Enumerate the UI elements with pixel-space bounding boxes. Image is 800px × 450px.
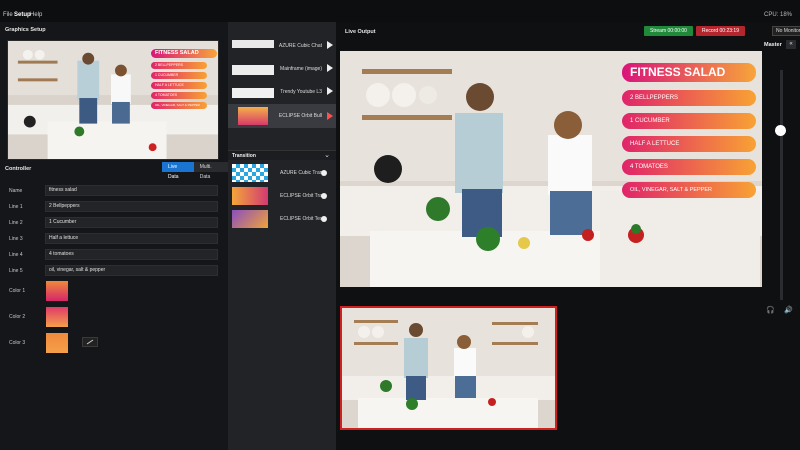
kitchen-scene-image — [8, 41, 218, 159]
transition-header[interactable]: Transition ⌄ — [228, 150, 336, 160]
color3-label: Color 3 — [9, 340, 26, 346]
controller-title: Controller — [5, 166, 32, 172]
field-label: Line 2 — [9, 220, 23, 226]
field-label: Line 1 — [9, 204, 23, 210]
preview-overlay-line: 2 BELLPEPPERS — [151, 62, 207, 69]
transition-item[interactable]: AZURE Cubic Trans — [228, 162, 336, 184]
radio-button[interactable] — [321, 193, 327, 199]
line3-field[interactable]: Half a lettuce — [45, 233, 218, 244]
line2-field[interactable]: 1 Cucumber — [45, 217, 218, 228]
line5-field[interactable]: oil, vinegar, salt & pepper — [45, 265, 218, 276]
preview-overlay-line: 1 CUCUMBER — [151, 72, 207, 79]
transition-label: AZURE Cubic Trans — [280, 170, 326, 176]
menu-setup[interactable]: Setup — [14, 12, 31, 18]
line1-field[interactable]: 2 Bellpeppers — [45, 201, 218, 212]
field-row-line2: Line 2 1 Cucumber — [0, 217, 228, 229]
master-volume-slider[interactable] — [770, 70, 792, 302]
live-output-title: Live Output — [345, 29, 376, 35]
kitchen-scene-image — [342, 308, 555, 428]
graphics-setup-title: Graphics Setup — [5, 27, 46, 33]
live-data-tab[interactable]: Live Data — [162, 162, 194, 180]
template-label: AZURE Cubic Chat — [278, 43, 322, 49]
template-item[interactable]: Mainframe (image) — [228, 59, 336, 80]
preview-overlay-line: OIL, VINEGAR, SALT & PEPPER — [151, 102, 207, 109]
transition-item[interactable]: ECLIPSE Orbit Text — [228, 208, 336, 230]
stream-button[interactable]: Stream 00:00:00 — [644, 26, 693, 36]
graphics-preview: FITNESS SALAD 2 BELLPEPPERS 1 CUCUMBER H… — [7, 40, 219, 160]
multi-data-tab[interactable]: Multi. Data — [193, 162, 228, 180]
play-icon[interactable] — [327, 64, 333, 72]
field-row-line5: Line 5 oil, vinegar, salt & pepper — [0, 265, 228, 277]
template-thumbnail — [232, 40, 274, 48]
eyedropper-icon — [86, 339, 94, 345]
color2-swatch[interactable] — [46, 307, 68, 327]
overlay-line: 1 CUCUMBER — [622, 113, 756, 129]
field-row-line4: Line 4 4 tomatoes — [0, 249, 228, 261]
template-thumbnail — [232, 65, 274, 75]
menu-bar: File Setup Help CPU: 18% — [0, 0, 800, 22]
preview-overlay-line: HALF A LETTUCE — [151, 82, 207, 89]
menu-file[interactable]: File — [3, 12, 13, 18]
line4-field[interactable]: 4 tomatoes — [45, 249, 218, 260]
transition-label: ECLIPSE Orbit Text — [280, 216, 324, 222]
play-icon[interactable] — [327, 41, 333, 49]
transition-thumbnail — [232, 187, 268, 205]
preview-overlay-title: FITNESS SALAD — [151, 49, 217, 58]
transition-item[interactable]: ECLIPSE Orbit Trar — [228, 185, 336, 207]
data-mode-toggle: Live Data Multi. Data — [162, 162, 228, 180]
play-icon[interactable] — [327, 87, 333, 95]
overlay-line: HALF A LETTUCE — [622, 136, 756, 152]
output-panel: Live Output Stream 00:00:00 Record 00:23… — [336, 22, 800, 450]
template-label: ECLIPSE Orbit Bull — [278, 113, 322, 119]
headphones-icon[interactable]: 🎧 — [766, 306, 775, 314]
template-item-selected[interactable]: ECLIPSE Orbit Bull — [228, 104, 336, 128]
template-label: Trendy Youtube L3 — [280, 89, 322, 95]
speaker-icon[interactable]: 🔊 — [784, 306, 793, 314]
template-item[interactable]: AZURE Cubic Chat — [228, 36, 336, 57]
play-icon[interactable] — [327, 112, 333, 120]
record-button[interactable]: Record 00:23:19 — [696, 26, 745, 36]
collapse-button[interactable]: « — [786, 40, 796, 49]
radio-button[interactable] — [321, 216, 327, 222]
radio-button[interactable] — [321, 170, 327, 176]
monitor-select[interactable]: No Monitor — [772, 26, 800, 36]
overlay-title: FITNESS SALAD — [622, 63, 756, 82]
master-label: Master — [764, 42, 782, 48]
chevron-down-icon: ⌄ — [324, 152, 330, 159]
preview-overlay-line: 4 TOMATOES — [151, 92, 207, 99]
template-label: Mainframe (image) — [280, 66, 322, 72]
eyedropper-button[interactable] — [82, 337, 98, 347]
transition-thumbnail — [232, 210, 268, 228]
field-label: Name — [9, 188, 23, 194]
transition-label: ECLIPSE Orbit Trar — [280, 193, 324, 199]
template-item[interactable]: Trendy Youtube L3 — [228, 82, 336, 103]
color1-swatch[interactable] — [46, 281, 68, 301]
name-field[interactable]: fitness salad — [45, 185, 218, 196]
color3-swatch[interactable] — [46, 333, 68, 353]
preview-output-video — [340, 306, 557, 430]
color2-label: Color 2 — [9, 314, 26, 320]
left-panel: Graphics Setup FITNESS SALAD 2 BELLPEPPE… — [0, 22, 228, 450]
overlay-line: 4 TOMATOES — [622, 159, 756, 175]
color1-label: Color 1 — [9, 288, 26, 294]
menu-help[interactable]: Help — [30, 12, 42, 18]
template-panel: AZURE Cubic Chat Mainframe (image) Trend… — [228, 22, 336, 450]
field-row-line1: Line 1 2 Bellpeppers — [0, 201, 228, 213]
live-output-video: FITNESS SALAD 2 BELLPEPPERS 1 CUCUMBER H… — [340, 51, 762, 287]
transition-thumbnail — [232, 164, 268, 182]
field-row-line3: Line 3 Half a lettuce — [0, 233, 228, 245]
template-thumbnail — [232, 88, 274, 98]
volume-handle[interactable] — [775, 124, 786, 136]
template-thumbnail — [238, 107, 268, 125]
transition-title: Transition — [232, 153, 256, 159]
field-label: Line 4 — [9, 252, 23, 258]
field-label: Line 5 — [9, 268, 23, 274]
volume-track — [780, 70, 783, 300]
overlay-line: 2 BELLPEPPERS — [622, 90, 756, 106]
field-row-name: Name fitness salad — [0, 185, 228, 197]
field-label: Line 3 — [9, 236, 23, 242]
overlay-line: OIL, VINEGAR, SALT & PEPPER — [622, 182, 756, 198]
cpu-usage: CPU: 18% — [763, 12, 792, 18]
